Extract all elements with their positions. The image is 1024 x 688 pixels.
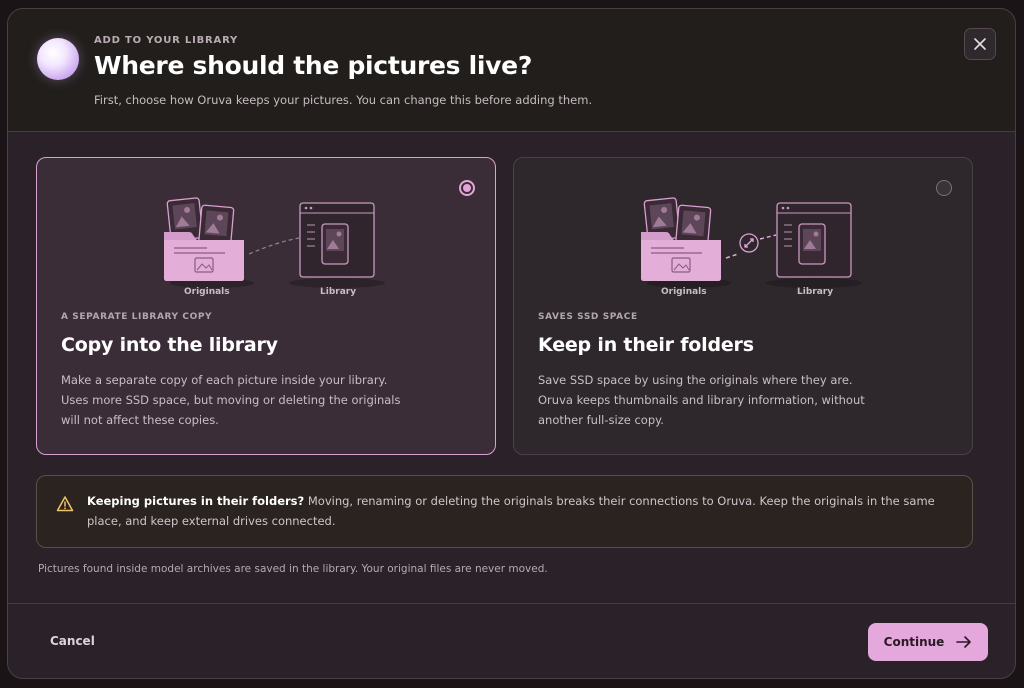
dialog-title: Where should the pictures live? — [94, 51, 533, 80]
copy-illustration — [164, 197, 385, 288]
illustration-label-library: Library — [320, 287, 357, 297]
option-description: Make a separate copy of each picture ins… — [61, 373, 401, 427]
app-orb-icon — [37, 38, 79, 80]
library-window-icon — [299, 202, 375, 278]
import-dialog: ADD TO YOUR LIBRARY Where should the pic… — [7, 8, 1016, 679]
arrow-right-icon — [956, 636, 972, 648]
option-eyebrow: A SEPARATE LIBRARY COPY — [61, 312, 213, 322]
dialog-eyebrow: ADD TO YOUR LIBRARY — [94, 35, 239, 46]
warning-triangle-icon — [56, 496, 74, 512]
continue-label: Continue — [883, 635, 945, 649]
option-eyebrow: SAVES SSD SPACE — [538, 312, 638, 322]
warning-text: Keeping pictures in their folders? Movin… — [87, 491, 957, 531]
dialog-header: ADD TO YOUR LIBRARY Where should the pic… — [8, 9, 1015, 132]
dialog-footer: Cancel Continue — [8, 603, 1015, 678]
illustration-label-library: Library — [797, 287, 834, 297]
continue-button[interactable]: Continue — [868, 623, 988, 661]
option-title: Copy into the library — [61, 334, 278, 356]
link-icon — [739, 233, 759, 253]
option-title: Keep in their folders — [538, 334, 754, 356]
link-illustration — [641, 197, 862, 288]
dialog-subtitle: First, choose how Oruva keeps your pictu… — [94, 93, 593, 107]
cancel-button[interactable]: Cancel — [50, 634, 95, 648]
warning-banner: Keeping pictures in their folders? Movin… — [36, 475, 973, 548]
close-icon — [974, 38, 986, 50]
close-button[interactable] — [964, 28, 996, 60]
option-description: Save SSD space by using the originals wh… — [538, 373, 865, 427]
warning-bold: Keeping pictures in their folders? — [87, 494, 305, 508]
illustration-label-originals: Originals — [184, 287, 230, 297]
footnote: Pictures found inside model archives are… — [38, 563, 548, 575]
library-window-icon — [776, 202, 852, 278]
option-copy-into-library[interactable]: Originals Library A SEPARATE LIBRARY COP… — [36, 157, 496, 455]
option-keep-in-folders[interactable]: Originals Library SAVES SSD SPACE Keep i… — [513, 157, 973, 455]
illustration-label-originals: Originals — [661, 287, 707, 297]
